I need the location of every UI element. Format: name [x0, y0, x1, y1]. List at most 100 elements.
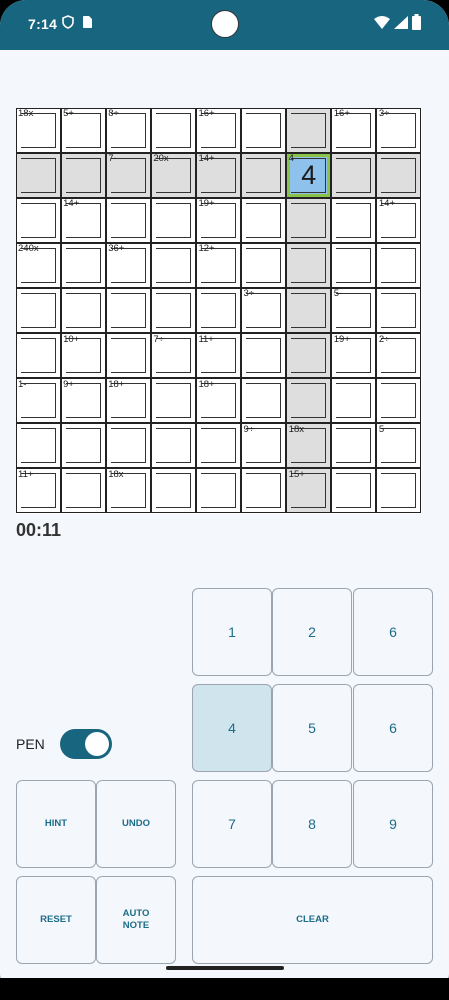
grid-cell[interactable]: [150, 287, 196, 334]
grid-cell[interactable]: [150, 197, 196, 243]
cage-border: [291, 292, 327, 329]
number-key[interactable]: 9: [353, 780, 433, 868]
grid-cell[interactable]: [15, 423, 61, 469]
grid-cell[interactable]: [105, 423, 151, 469]
grid-cell[interactable]: [15, 197, 61, 243]
grid-cell[interactable]: [195, 423, 242, 469]
cage-border: [110, 338, 146, 374]
auto-note-button[interactable]: AUTO NOTE: [96, 876, 176, 964]
elapsed-timer: 00:11: [16, 520, 62, 540]
grid-cell[interactable]: [105, 333, 151, 379]
grid-cell[interactable]: [15, 287, 61, 334]
cage-clue: 18+: [198, 378, 215, 390]
grid-cell[interactable]: [150, 378, 196, 424]
grid-cell[interactable]: [195, 287, 242, 334]
cage-clue: 18+: [108, 378, 125, 390]
cage-border: [65, 157, 101, 193]
grid-cell[interactable]: [195, 468, 242, 514]
cage-border: [246, 202, 282, 238]
cage-clue: 7÷: [153, 333, 164, 345]
grid-cell[interactable]: [331, 197, 377, 243]
grid-cell[interactable]: [150, 468, 196, 514]
grid-cell[interactable]: [150, 242, 196, 288]
grid-cell[interactable]: [150, 107, 196, 153]
number-key[interactable]: 7: [192, 780, 272, 868]
cage-border: [200, 292, 237, 329]
number-key[interactable]: 5: [272, 684, 352, 772]
number-key[interactable]: 6: [353, 588, 433, 676]
cage-clue: 240x: [18, 243, 39, 255]
grid-cell[interactable]: [331, 423, 377, 469]
grid-cell[interactable]: [286, 378, 332, 424]
cage-border: [291, 202, 327, 238]
sim-card-icon: [82, 15, 93, 34]
grid-cell[interactable]: [331, 378, 377, 424]
cage-border: [20, 157, 56, 193]
cage-border: [20, 292, 56, 329]
cage-border: [155, 428, 191, 464]
clear-button[interactable]: CLEAR: [192, 876, 433, 964]
cage-clue: 15+: [288, 468, 305, 480]
grid-cell[interactable]: [60, 242, 106, 288]
grid-cell[interactable]: [241, 378, 287, 424]
grid-cell[interactable]: [60, 287, 106, 334]
cage-border: [246, 112, 282, 148]
undo-button[interactable]: UNDO: [96, 780, 176, 868]
grid-cell[interactable]: [331, 152, 377, 198]
grid-cell[interactable]: [15, 333, 61, 379]
grid-cell[interactable]: [331, 468, 377, 514]
grid-cell[interactable]: [241, 468, 287, 514]
number-key[interactable]: 1: [192, 588, 272, 676]
puzzle-board: 4 18x 5+ 8÷ 16+ 16+ 3÷ 7- 20x 14+ 4 14+ 19+ 14+ 240x 36…: [15, 107, 422, 514]
pen-label: PEN: [16, 736, 45, 752]
cage-border: [20, 338, 56, 374]
grid-cell[interactable]: [105, 197, 151, 243]
grid-cell[interactable]: [286, 287, 332, 334]
number-key[interactable]: 8: [272, 780, 352, 868]
number-key[interactable]: 4: [192, 684, 272, 772]
number-key[interactable]: 6: [353, 684, 433, 772]
cage-clue: 19+: [333, 333, 350, 345]
grid-cell[interactable]: [15, 152, 61, 198]
cage-border: [291, 247, 327, 283]
home-indicator[interactable]: [166, 966, 284, 970]
grid-cell[interactable]: [241, 242, 287, 288]
grid-cell[interactable]: [150, 423, 196, 469]
cage-border: [381, 473, 417, 509]
reset-button[interactable]: RESET: [16, 876, 96, 964]
cage-border: [336, 157, 372, 193]
cage-border: [291, 338, 327, 374]
cage-clue: 4: [288, 153, 294, 165]
grid-cell[interactable]: [286, 242, 332, 288]
grid-cell[interactable]: [60, 468, 106, 514]
grid-cell[interactable]: [60, 423, 106, 469]
grid-cell[interactable]: [286, 197, 332, 243]
grid-cell[interactable]: [376, 242, 422, 288]
grid-cell[interactable]: [241, 333, 287, 379]
grid-cell[interactable]: [286, 107, 332, 153]
grid-cell[interactable]: [241, 107, 287, 153]
grid-cell[interactable]: [105, 287, 151, 334]
grid-cell[interactable]: [376, 152, 422, 198]
cage-border: [246, 157, 282, 193]
pen-toggle[interactable]: [60, 729, 112, 759]
cage-clue: 16+: [198, 108, 215, 119]
number-key[interactable]: 2: [272, 588, 352, 676]
cage-clue: 16+: [333, 108, 350, 119]
grid-cell[interactable]: [241, 152, 287, 198]
grid-cell[interactable]: [376, 287, 422, 334]
grid-cell[interactable]: [376, 468, 422, 514]
grid-cell[interactable]: [286, 333, 332, 379]
grid-cell[interactable]: [331, 242, 377, 288]
hint-button[interactable]: HINT: [16, 780, 96, 868]
cage-border: [155, 202, 191, 238]
cage-border: [155, 247, 191, 283]
grid-cell[interactable]: [60, 152, 106, 198]
cage-border: [155, 112, 191, 148]
wifi-icon: [374, 16, 390, 34]
cage-clue: 14+: [63, 198, 80, 210]
cage-border: [246, 247, 282, 283]
grid-cell[interactable]: [241, 197, 287, 243]
grid-cell[interactable]: [376, 378, 422, 424]
cage-border: [381, 292, 417, 329]
